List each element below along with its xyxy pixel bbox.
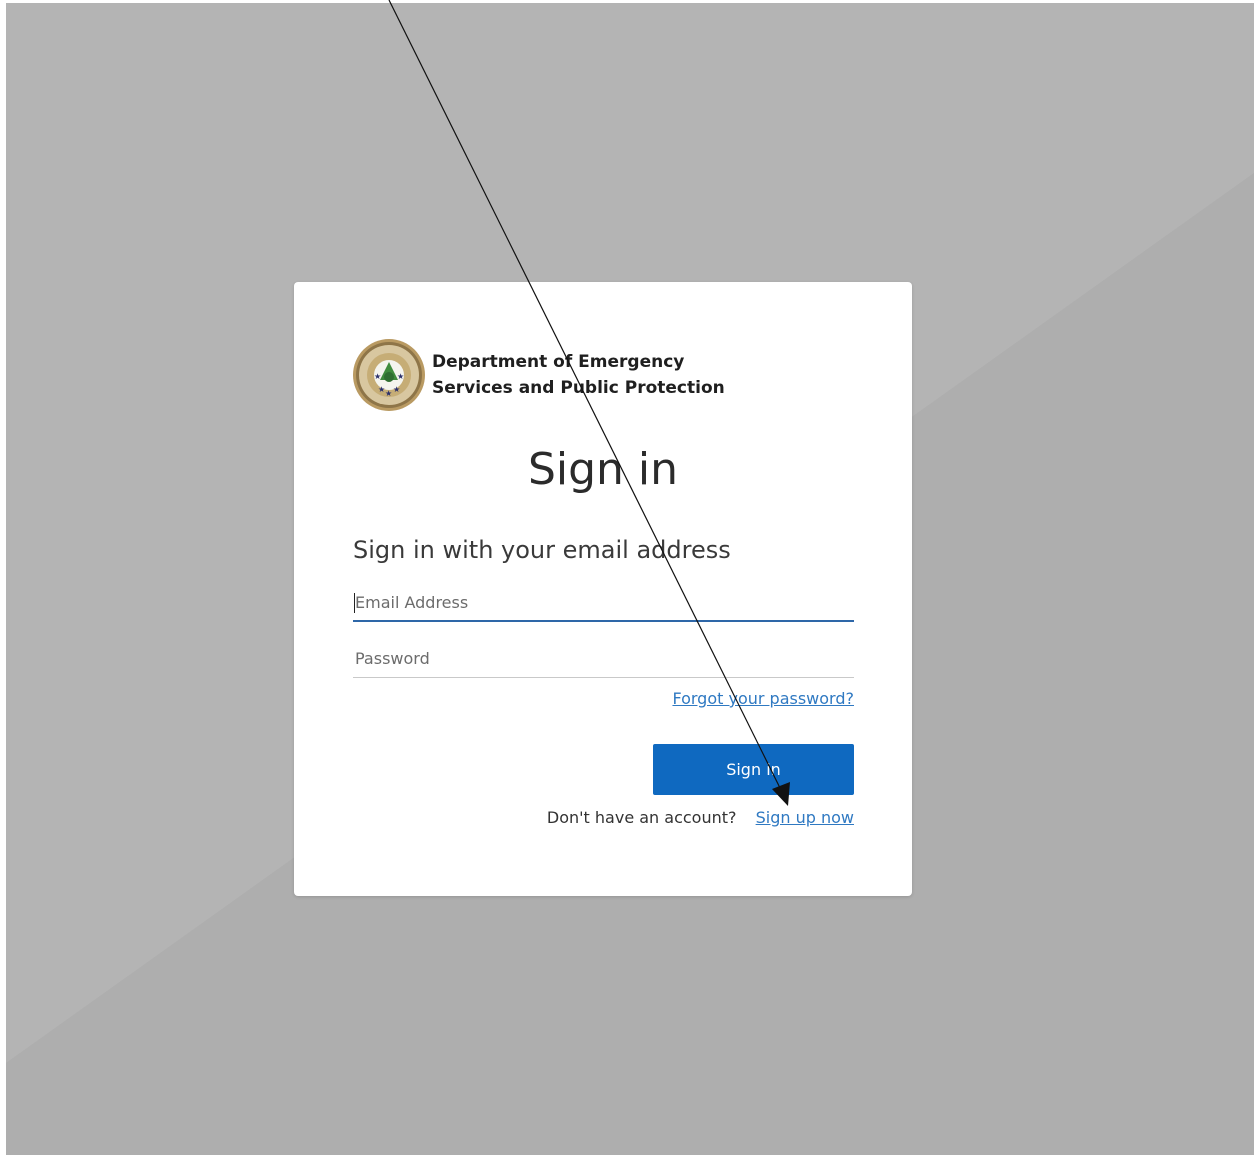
organization-header: ★ ★ ★ ★ ★ Department of Emergency Servic… [352,336,732,414]
svg-text:★: ★ [397,372,404,381]
svg-text:★: ★ [374,372,381,381]
svg-text:★: ★ [393,385,400,394]
page-background: ★ ★ ★ ★ ★ Department of Emergency Servic… [6,3,1254,1155]
signup-prompt: Don't have an account? [546,808,737,827]
state-seal-icon: ★ ★ ★ ★ ★ [353,339,425,411]
password-field[interactable] [353,640,854,678]
sign-in-button[interactable]: Sign in [653,744,854,795]
text-cursor [354,593,355,613]
organization-name: Department of Emergency Services and Pub… [432,352,725,398]
sign-up-now-link[interactable]: Sign up now [756,808,854,827]
sign-in-card: ★ ★ ★ ★ ★ Department of Emergency Servic… [294,282,912,896]
page-title: Sign in [527,444,679,495]
signup-row: Don't have an account? Sign up now [547,808,854,827]
forgot-password-link[interactable]: Forgot your password? [672,689,854,708]
sign-in-subheading: Sign in with your email address [353,536,731,564]
svg-text:★: ★ [385,389,392,398]
email-field[interactable] [353,584,854,622]
